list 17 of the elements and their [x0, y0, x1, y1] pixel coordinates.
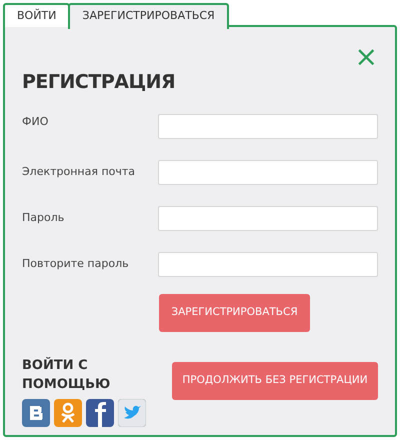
- close-button[interactable]: ×: [354, 43, 378, 71]
- field-label: Электронная почта: [22, 164, 136, 178]
- field-label: Повторите пароль: [22, 256, 129, 270]
- input-field[interactable]: [158, 160, 378, 185]
- continue-button[interactable]: ПРОДОЛЖИТЬ БЕЗ РЕГИСТРАЦИИ: [172, 362, 378, 400]
- facebook-icon[interactable]: [86, 398, 114, 427]
- vk-icon[interactable]: [22, 398, 50, 427]
- input-field[interactable]: [158, 206, 378, 231]
- tab[interactable]: ЗАРЕГИСТРИРОВАТЬСЯ: [68, 3, 229, 29]
- form-title: РЕГИСТРАЦИЯ: [22, 71, 176, 94]
- input-field[interactable]: [158, 114, 378, 139]
- tab[interactable]: ВОЙТИ: [3, 3, 70, 27]
- register-button[interactable]: ЗАРЕГИСТРИРОВАТЬСЯ: [159, 294, 310, 332]
- input-field[interactable]: [158, 252, 378, 277]
- social-heading: ВОЙТИ С ПОМОЩЬЮ: [22, 356, 112, 394]
- field-label: Пароль: [22, 210, 64, 224]
- field-label: ФИО: [22, 114, 48, 128]
